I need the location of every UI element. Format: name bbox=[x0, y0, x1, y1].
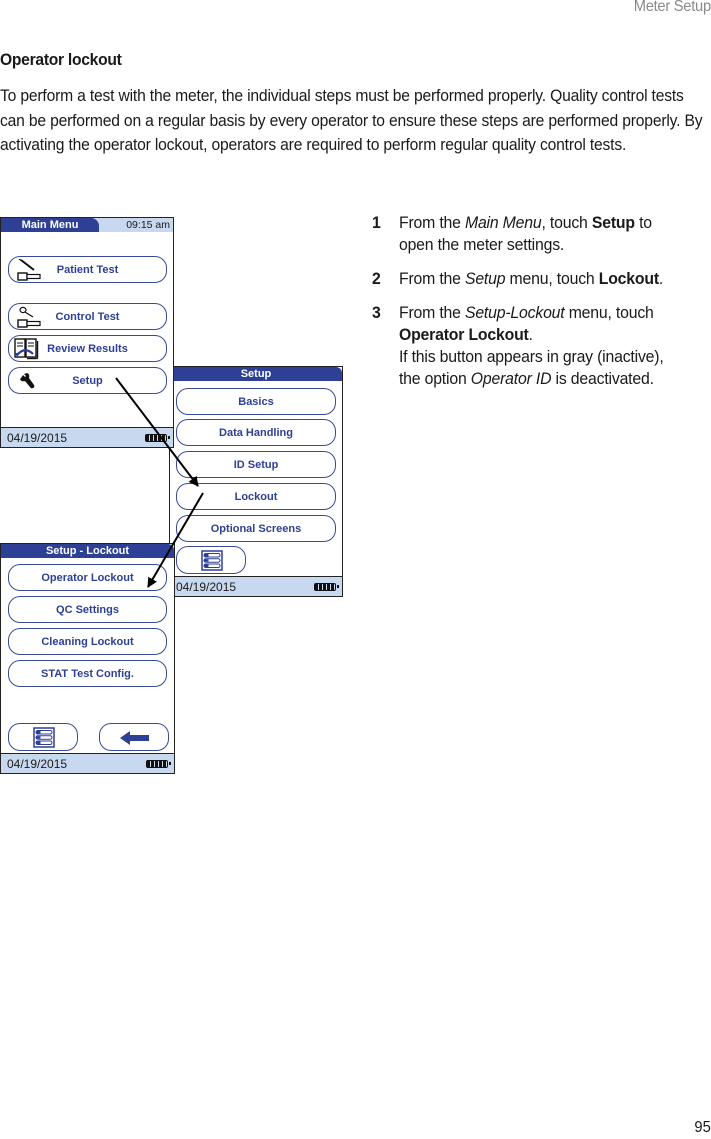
back-button[interactable] bbox=[99, 723, 169, 751]
data-handling-button[interactable]: Data Handling bbox=[176, 419, 336, 446]
battery-icon bbox=[314, 583, 339, 591]
screen-title: Main Menu bbox=[1, 218, 99, 232]
screen-title: Setup - Lockout bbox=[1, 544, 174, 558]
running-head: Meter Setup bbox=[633, 0, 711, 15]
main-menu-screen: Main Menu 09:15 am Patient Test Control … bbox=[0, 217, 174, 448]
time: 09:15 am bbox=[126, 219, 170, 231]
date: 04/19/2015 bbox=[7, 431, 68, 445]
instruction-steps: 1 From the Main Menu, touch Setup to ope… bbox=[372, 212, 711, 402]
menu-list-icon bbox=[33, 727, 55, 748]
lockout-button[interactable]: Lockout bbox=[176, 483, 336, 510]
date: 04/19/2015 bbox=[7, 757, 68, 771]
step-2: 2 From the Setup menu, touch Lockout. bbox=[372, 269, 664, 288]
stat-test-config-button[interactable]: STAT Test Config. bbox=[8, 660, 167, 687]
status-bar: 04/19/2015 bbox=[1, 427, 173, 447]
review-results-button[interactable]: Review Results bbox=[8, 335, 167, 362]
section-title: Operator lockout bbox=[0, 50, 122, 69]
setup-lockout-screen: Setup - Lockout Operator Lockout QC Sett… bbox=[0, 543, 175, 774]
menu-list-icon bbox=[201, 550, 223, 571]
operator-lockout-button[interactable]: Operator Lockout bbox=[8, 564, 167, 591]
optional-screens-button[interactable]: Optional Screens bbox=[176, 515, 336, 542]
qc-settings-button[interactable]: QC Settings bbox=[8, 596, 167, 623]
status-bar: 04/19/2015 bbox=[170, 576, 342, 596]
battery-icon bbox=[145, 434, 170, 442]
status-bar: 04/19/2015 bbox=[1, 753, 174, 773]
date: 04/19/2015 bbox=[176, 580, 237, 594]
intro-paragraph: To perform a test with the meter, the in… bbox=[0, 86, 703, 154]
back-arrow-icon bbox=[120, 731, 149, 745]
cleaning-lockout-button[interactable]: Cleaning Lockout bbox=[8, 628, 167, 655]
control-test-button[interactable]: Control Test bbox=[8, 303, 167, 330]
menu-list-button[interactable] bbox=[176, 546, 246, 574]
step-3: 3 From the Setup-Lockout menu, touch Ope… bbox=[372, 303, 664, 388]
setup-screen: Setup Basics Data Handling ID Setup Lock… bbox=[169, 366, 343, 597]
step-1: 1 From the Main Menu, touch Setup to ope… bbox=[372, 213, 652, 254]
menu-list-button[interactable] bbox=[8, 723, 78, 751]
basics-button[interactable]: Basics bbox=[176, 388, 336, 415]
setup-button[interactable]: Setup bbox=[8, 367, 167, 394]
screen-title: Setup bbox=[170, 367, 342, 381]
battery-icon bbox=[146, 760, 171, 768]
page-number: 95 bbox=[694, 1119, 711, 1136]
patient-test-button[interactable]: Patient Test bbox=[8, 256, 167, 283]
id-setup-button[interactable]: ID Setup bbox=[176, 451, 336, 478]
